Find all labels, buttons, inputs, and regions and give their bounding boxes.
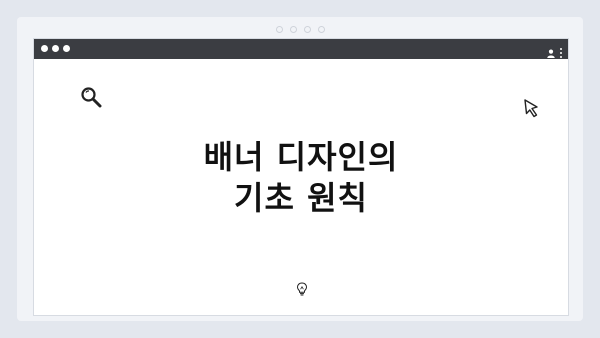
- window-titlebar: [34, 39, 568, 59]
- minimize-dot-icon[interactable]: [52, 45, 59, 52]
- lightbulb-icon: [296, 281, 308, 300]
- page-dot: [317, 26, 325, 33]
- slide-title: 배너 디자인의 기초 원칙: [34, 137, 568, 219]
- cursor-arrow-icon: [523, 98, 543, 122]
- page-dot: [275, 26, 283, 33]
- maximize-dot-icon[interactable]: [63, 45, 70, 52]
- pagination-dots: [17, 26, 583, 33]
- search-icon: [80, 86, 102, 112]
- page-dot: [303, 26, 311, 33]
- close-dot-icon[interactable]: [41, 45, 48, 52]
- slide-canvas: 배너 디자인의 기초 원칙: [34, 59, 568, 315]
- title-line-2: 기초 원칙: [234, 179, 368, 217]
- title-line-1: 배너 디자인의: [203, 138, 399, 176]
- window-controls: [41, 45, 70, 52]
- page-dot: [289, 26, 297, 33]
- browser-window: 배너 디자인의 기초 원칙: [33, 38, 569, 316]
- more-vertical-icon[interactable]: [560, 47, 562, 58]
